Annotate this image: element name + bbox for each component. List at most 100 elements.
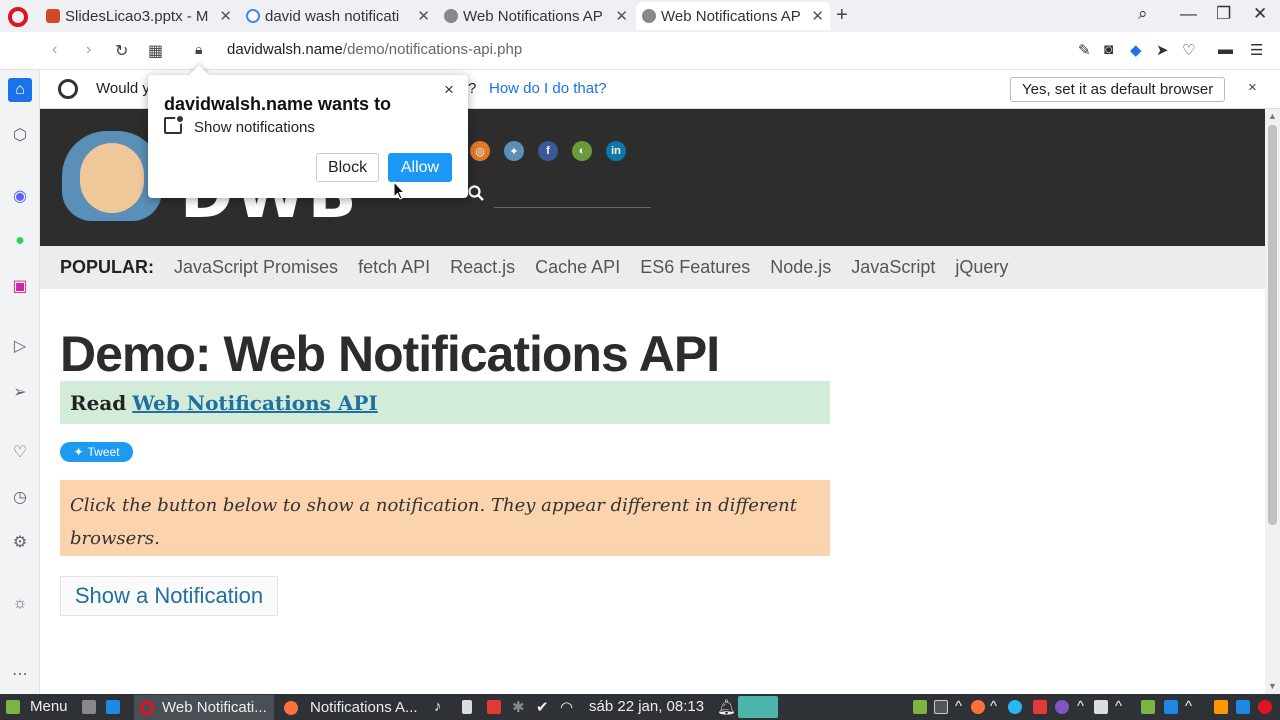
scrollbar-thumb[interactable]: [1268, 125, 1277, 525]
vlc-tray-icon[interactable]: [1214, 700, 1228, 714]
read-article-link[interactable]: Web Notifications API: [132, 391, 378, 415]
easy-setup-icon[interactable]: ☰: [1250, 41, 1263, 59]
chevron-up-icon[interactable]: ^: [1077, 698, 1084, 715]
tab-web-notifications-1[interactable]: Web Notifications AP ✕: [438, 2, 634, 30]
tab-close-icon[interactable]: ✕: [219, 7, 232, 25]
popular-link-node[interactable]: Node.js: [770, 257, 831, 278]
url-field[interactable]: davidwalsh.name/demo/notifications-api.p…: [227, 41, 522, 58]
twitter-icon[interactable]: ✦: [504, 141, 524, 161]
infobar-close-icon[interactable]: ×: [1248, 79, 1257, 96]
popular-link-javascript[interactable]: JavaScript: [851, 257, 935, 278]
messenger-icon[interactable]: ◉: [8, 184, 32, 208]
more-options-icon[interactable]: ⋯: [8, 662, 32, 686]
snapshot-icon[interactable]: ◙: [1104, 41, 1113, 58]
whatsapp-icon[interactable]: ●: [8, 229, 32, 253]
app-tray-icon[interactable]: [1094, 700, 1108, 714]
taskbar-window-firefox[interactable]: Notifications A...: [278, 695, 418, 720]
minimize-icon[interactable]: —: [1180, 4, 1197, 24]
firefox-tray-icon[interactable]: [971, 700, 985, 714]
popup-close-icon[interactable]: ×: [444, 80, 454, 100]
tab-close-icon[interactable]: ✕: [811, 7, 824, 25]
site-logo-avatar[interactable]: [62, 131, 162, 221]
telegram-tray-icon[interactable]: [1008, 700, 1022, 714]
popular-link-fetch[interactable]: fetch API: [358, 257, 430, 278]
home-icon[interactable]: ⌂: [8, 78, 32, 102]
edit-icon[interactable]: ✎: [1078, 41, 1091, 59]
show-desktop-icon[interactable]: [82, 700, 96, 714]
tab-google-search[interactable]: david wash notificati ✕: [240, 2, 436, 30]
new-tab-button[interactable]: +: [836, 4, 848, 27]
notifications-bell-icon[interactable]: 🔔︎: [717, 698, 736, 716]
speed-dial-icon[interactable]: ▦: [148, 41, 163, 61]
back-icon[interactable]: ‹: [52, 41, 57, 59]
adblock-shield-icon[interactable]: ◆: [1130, 41, 1142, 59]
close-window-icon[interactable]: ✕: [1253, 4, 1267, 24]
tweet-button[interactable]: ✦ Tweet: [60, 442, 133, 462]
lock-icon[interactable]: 🔒︎: [195, 41, 202, 58]
instagram-icon[interactable]: ▣: [8, 274, 32, 298]
chevron-up-icon[interactable]: ^: [1115, 698, 1122, 715]
popular-link-promises[interactable]: JavaScript Promises: [174, 257, 338, 278]
chevron-up-icon[interactable]: ^: [990, 698, 997, 715]
bookmarks-heart-icon[interactable]: ♡: [8, 440, 32, 464]
rss-icon[interactable]: ◎: [470, 141, 490, 161]
volume-icon[interactable]: ♪: [434, 698, 442, 715]
tips-lightbulb-icon[interactable]: ☼: [8, 592, 32, 616]
opera-menu-icon[interactable]: [8, 7, 28, 27]
vscode-tray-icon[interactable]: [1236, 700, 1250, 714]
github-icon[interactable]: ◐: [572, 141, 592, 161]
show-notification-button[interactable]: Show a Notification: [60, 576, 278, 616]
scroll-down-icon[interactable]: ▼: [1268, 681, 1277, 691]
player-icon[interactable]: ▷: [8, 334, 32, 358]
chevron-up-icon[interactable]: ^: [955, 698, 962, 715]
popup-permission-text: Show notifications: [194, 119, 315, 136]
popular-link-cache[interactable]: Cache API: [535, 257, 620, 278]
restore-icon[interactable]: ❐: [1216, 4, 1231, 24]
popular-link-es6[interactable]: ES6 Features: [640, 257, 750, 278]
terminal-tray-icon[interactable]: [934, 700, 948, 714]
set-default-browser-button[interactable]: Yes, set it as default browser: [1010, 77, 1226, 102]
update-check-icon[interactable]: ✔: [536, 698, 549, 716]
document-tray-icon[interactable]: [1164, 700, 1178, 714]
extensions-icon[interactable]: ⬡: [8, 123, 32, 147]
history-icon[interactable]: ◷: [8, 485, 32, 509]
notes-tray-icon[interactable]: [913, 700, 927, 714]
page-scrollbar[interactable]: ▲ ▼: [1265, 109, 1280, 694]
start-menu-button[interactable]: Menu: [6, 698, 68, 715]
anydesk-icon[interactable]: [487, 700, 501, 714]
purple-app-tray-icon[interactable]: [1055, 700, 1069, 714]
editor-tray-icon[interactable]: [1141, 700, 1155, 714]
clipboard-icon[interactable]: [462, 700, 472, 714]
forward-icon[interactable]: ›: [86, 41, 91, 59]
heart-icon[interactable]: ♡: [1182, 41, 1195, 59]
send-icon[interactable]: ➤: [1156, 41, 1169, 59]
how-do-i-link[interactable]: How do I do that?: [489, 80, 607, 97]
bluetooth-icon[interactable]: ✱: [512, 698, 525, 716]
allow-button[interactable]: Allow: [388, 153, 452, 182]
search-icon[interactable]: [468, 185, 484, 201]
linkedin-icon[interactable]: in: [606, 141, 626, 161]
search-tabs-icon[interactable]: ⌕: [1138, 4, 1148, 24]
send-icon[interactable]: ➢: [8, 380, 32, 404]
reload-icon[interactable]: ↻: [115, 41, 128, 61]
opera-tray-icon[interactable]: [738, 696, 778, 718]
tab-close-icon[interactable]: ✕: [615, 7, 628, 25]
red-app-tray-icon[interactable]: [1033, 700, 1047, 714]
opera-app-tray-icon[interactable]: [1258, 700, 1272, 714]
battery-saver-icon[interactable]: ▬: [1218, 41, 1233, 58]
facebook-icon[interactable]: f: [538, 141, 558, 161]
file-manager-icon[interactable]: [106, 700, 120, 714]
taskbar-window-opera[interactable]: Web Notificati...: [134, 695, 274, 720]
tab-close-icon[interactable]: ✕: [417, 7, 430, 25]
scroll-up-icon[interactable]: ▲: [1268, 111, 1277, 121]
block-button[interactable]: Block: [316, 153, 379, 182]
tab-slides[interactable]: SlidesLicao3.pptx - M ✕: [40, 2, 238, 30]
wifi-icon[interactable]: ◠: [560, 698, 573, 716]
chevron-up-icon[interactable]: ^: [1185, 698, 1192, 715]
popular-link-jquery[interactable]: jQuery: [955, 257, 1008, 278]
tab-web-notifications-active[interactable]: Web Notifications AP ✕: [636, 2, 830, 30]
popular-link-react[interactable]: React.js: [450, 257, 515, 278]
site-search-input[interactable]: [494, 207, 651, 208]
clock[interactable]: sáb 22 jan, 08:13: [589, 698, 704, 715]
settings-gear-icon[interactable]: ⚙: [8, 530, 32, 554]
